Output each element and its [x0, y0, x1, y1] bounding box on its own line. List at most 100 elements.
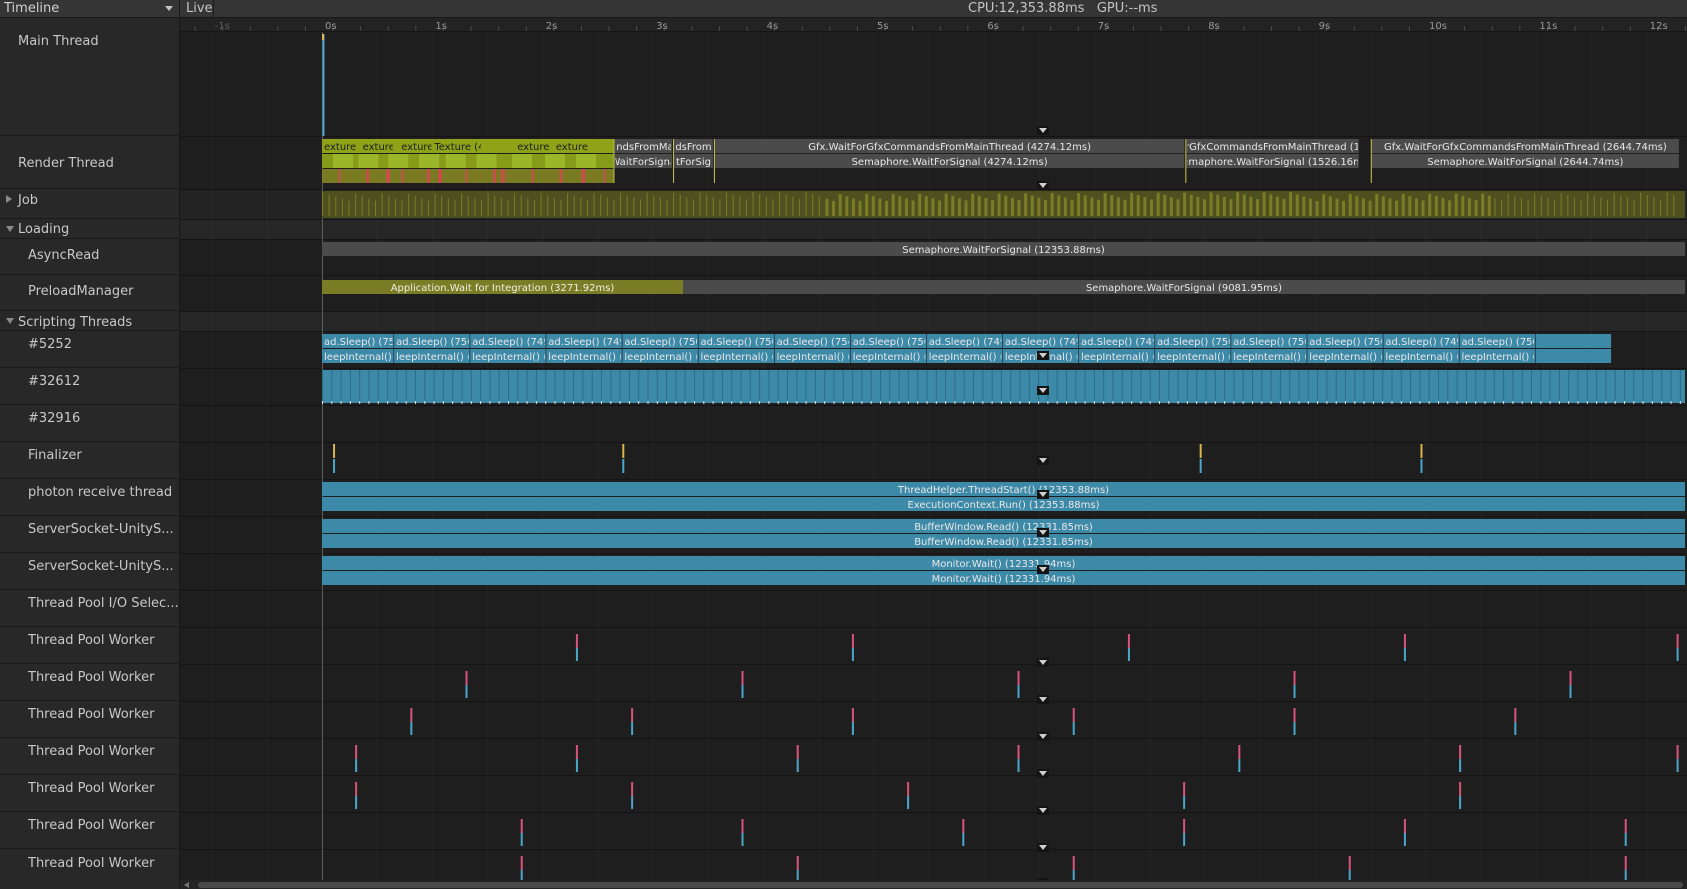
render-sub-block[interactable]	[322, 169, 614, 183]
worker-sample[interactable]	[1403, 648, 1406, 661]
render-red-sample[interactable]	[559, 169, 563, 183]
thread-label-worker-6[interactable]: Thread Pool Worker	[0, 812, 179, 849]
worker-sample[interactable]	[1293, 671, 1296, 685]
worker-sample[interactable]	[631, 708, 634, 722]
worker-sample[interactable]	[1127, 648, 1130, 661]
worker-sample[interactable]	[631, 782, 634, 796]
worker-sample[interactable]	[1017, 745, 1020, 759]
worker-sample[interactable]	[1183, 819, 1186, 833]
worker-sample[interactable]	[1293, 708, 1296, 722]
render-green-sample[interactable]	[545, 154, 566, 168]
render-red-sample[interactable]	[386, 169, 391, 183]
group-header-scripting-threads[interactable]: Scripting Threads	[0, 311, 179, 331]
worker-sample[interactable]	[631, 722, 634, 735]
finalizer-sample[interactable]	[1420, 444, 1423, 458]
worker-sample[interactable]	[1072, 722, 1075, 735]
worker-sample[interactable]	[1459, 796, 1462, 809]
group-header-loading[interactable]: Loading	[0, 219, 179, 239]
worker-sample[interactable]	[1569, 685, 1572, 698]
worker-sample[interactable]	[796, 759, 799, 772]
thread-label-asyncread[interactable]: AsyncRead	[0, 239, 179, 275]
worker-sample[interactable]	[1238, 745, 1241, 759]
worker-sample[interactable]	[962, 833, 965, 846]
worker-sample[interactable]	[355, 782, 358, 796]
worker-sample[interactable]	[1017, 759, 1020, 772]
worker-sample[interactable]	[851, 634, 854, 648]
worker-sample[interactable]	[1183, 782, 1186, 796]
thread-label-32612[interactable]: #32612	[0, 368, 179, 405]
worker-sample[interactable]	[851, 648, 854, 661]
worker-sample[interactable]	[1293, 685, 1296, 698]
worker-sample[interactable]	[355, 759, 358, 772]
worker-sample[interactable]	[410, 722, 413, 735]
worker-sample[interactable]	[355, 796, 358, 809]
render-green-sample[interactable]	[419, 154, 440, 168]
worker-sample[interactable]	[1624, 833, 1627, 846]
worker-sample[interactable]	[1017, 671, 1020, 685]
worker-sample[interactable]	[631, 796, 634, 809]
thread-label-finalizer[interactable]: Finalizer	[0, 442, 179, 479]
worker-sample[interactable]	[1403, 819, 1406, 833]
worker-sample[interactable]	[1017, 685, 1020, 698]
render-red-sample[interactable]	[366, 169, 370, 183]
worker-sample[interactable]	[465, 685, 468, 698]
thread-label-5252[interactable]: #5252	[0, 331, 179, 368]
thread-label-worker-5[interactable]: Thread Pool Worker	[0, 775, 179, 812]
thread-32612-samples[interactable]	[322, 370, 1685, 403]
worker-sample[interactable]	[410, 708, 413, 722]
finalizer-sample[interactable]	[1420, 459, 1423, 473]
worker-sample[interactable]	[575, 648, 578, 661]
thread-label-worker-4[interactable]: Thread Pool Worker	[0, 738, 179, 775]
worker-sample[interactable]	[1514, 708, 1517, 722]
render-red-sample[interactable]	[426, 169, 430, 183]
worker-sample[interactable]	[907, 782, 910, 796]
thread-label-worker-7[interactable]: Thread Pool Worker	[0, 849, 179, 889]
worker-sample[interactable]	[741, 671, 744, 685]
worker-sample[interactable]	[1348, 856, 1351, 870]
worker-sample[interactable]	[907, 796, 910, 809]
worker-sample[interactable]	[1072, 870, 1075, 880]
worker-sample[interactable]	[851, 708, 854, 722]
worker-sample[interactable]	[741, 833, 744, 846]
worker-sample[interactable]	[575, 745, 578, 759]
worker-sample[interactable]	[1403, 833, 1406, 846]
worker-sample[interactable]	[1676, 648, 1679, 661]
worker-sample[interactable]	[1348, 870, 1351, 880]
thread-label-preloadmanager[interactable]: PreloadManager	[0, 275, 179, 311]
finalizer-sample[interactable]	[333, 444, 336, 458]
worker-sample[interactable]	[1293, 722, 1296, 735]
thread-label-threadpool-io[interactable]: Thread Pool I/O Selec...	[0, 590, 179, 627]
worker-sample[interactable]	[796, 745, 799, 759]
worker-sample[interactable]	[1514, 722, 1517, 735]
render-red-sample[interactable]	[581, 169, 586, 183]
worker-sample[interactable]	[520, 833, 523, 846]
scroll-left-arrow-icon[interactable]	[184, 882, 189, 888]
worker-sample[interactable]	[1072, 856, 1075, 870]
worker-sample[interactable]	[1183, 833, 1186, 846]
finalizer-sample[interactable]	[1199, 459, 1202, 473]
thread-label-serversocket-1[interactable]: ServerSocket-UnityS...	[0, 516, 179, 553]
horizontal-scrollbar[interactable]	[180, 880, 1687, 889]
worker-sample[interactable]	[1624, 870, 1627, 880]
main-thread-sample[interactable]	[322, 34, 324, 40]
render-green-sample[interactable]	[333, 154, 354, 168]
worker-sample[interactable]	[1459, 782, 1462, 796]
live-button[interactable]: Live	[180, 0, 214, 17]
render-green-sample[interactable]	[511, 154, 532, 168]
thread-label-serversocket-2[interactable]: ServerSocket-UnityS...	[0, 553, 179, 590]
worker-sample[interactable]	[1624, 819, 1627, 833]
scrollbar-thumb[interactable]	[198, 882, 1683, 888]
sleep-sample[interactable]	[1535, 334, 1612, 348]
worker-sample[interactable]	[575, 634, 578, 648]
render-red-sample[interactable]	[500, 169, 505, 183]
render-green-sample[interactable]	[388, 154, 409, 168]
thread-label-worker-1[interactable]: Thread Pool Worker	[0, 627, 179, 664]
render-red-sample[interactable]	[401, 169, 404, 183]
worker-sample[interactable]	[1676, 745, 1679, 759]
worker-sample[interactable]	[520, 856, 523, 870]
worker-sample[interactable]	[962, 819, 965, 833]
render-green-sample[interactable]	[575, 154, 596, 168]
worker-sample[interactable]	[465, 671, 468, 685]
sleep-internal-sample[interactable]	[1535, 349, 1612, 363]
finalizer-sample[interactable]	[1199, 444, 1202, 458]
